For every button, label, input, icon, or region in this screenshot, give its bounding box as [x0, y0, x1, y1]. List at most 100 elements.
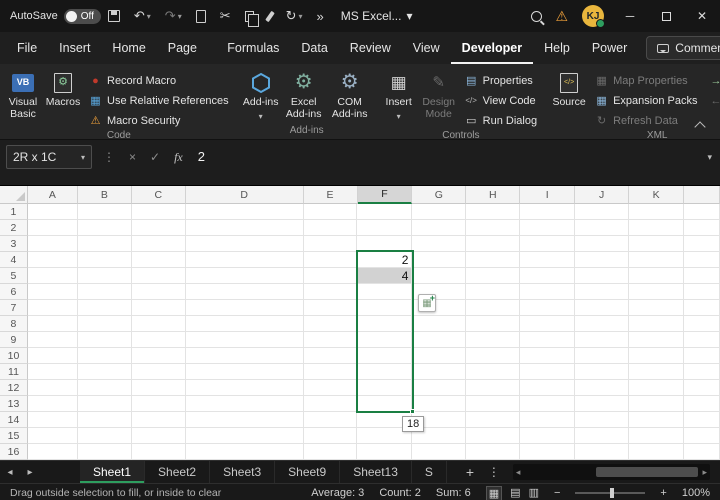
cell-partial-14[interactable] [684, 412, 720, 428]
cell-J14[interactable] [575, 412, 629, 428]
all-sheets-button[interactable]: ⋮ [483, 461, 505, 483]
excel-add-ins-button[interactable]: ⚙ Excel Add-ins [282, 69, 326, 120]
cell-partial-4[interactable] [684, 252, 720, 268]
cell-A1[interactable] [28, 204, 78, 220]
cell-partial-2[interactable] [684, 220, 720, 236]
cell-J2[interactable] [575, 220, 629, 236]
format-painter-button[interactable] [261, 0, 279, 32]
normal-view-icon[interactable]: ▦ [486, 486, 502, 500]
cell-A5[interactable] [28, 268, 78, 284]
save-button[interactable] [101, 0, 127, 32]
cell-A9[interactable] [28, 332, 78, 348]
cell-J6[interactable] [575, 284, 629, 300]
cell-C2[interactable] [132, 220, 186, 236]
cell-H6[interactable] [466, 284, 520, 300]
cell-A2[interactable] [28, 220, 78, 236]
cell-G8[interactable] [412, 316, 466, 332]
cell-D8[interactable] [186, 316, 304, 332]
export-button[interactable]: ← Export [704, 91, 720, 110]
cell-C5[interactable] [132, 268, 186, 284]
sheet-tab-sheet3[interactable]: Sheet3 [210, 461, 275, 483]
cell-K5[interactable] [629, 268, 684, 284]
refresh-data-button[interactable]: ↻ Refresh Data [590, 111, 702, 130]
cell-G1[interactable] [412, 204, 466, 220]
cell-K10[interactable] [629, 348, 684, 364]
cell-E9[interactable] [304, 332, 358, 348]
cell-K13[interactable] [629, 396, 684, 412]
cell-I1[interactable] [520, 204, 575, 220]
row-header-1[interactable]: 1 [0, 204, 28, 220]
cell-I2[interactable] [520, 220, 575, 236]
cell-G5[interactable] [412, 268, 466, 284]
cell-D3[interactable] [186, 236, 304, 252]
sync-button[interactable]: ↻▾ [279, 0, 310, 32]
cell-K14[interactable] [629, 412, 684, 428]
expand-formula-bar-chevron-icon[interactable]: ▾ [707, 145, 712, 169]
cell-I16[interactable] [520, 444, 575, 460]
cell-H8[interactable] [466, 316, 520, 332]
page-layout-view-icon[interactable]: ▤ [510, 486, 520, 500]
cell-B7[interactable] [78, 300, 132, 316]
cell-B10[interactable] [78, 348, 132, 364]
redo-button[interactable]: ↷▾ [158, 0, 189, 32]
cell-H9[interactable] [466, 332, 520, 348]
cell-G13[interactable] [412, 396, 466, 412]
cell-D12[interactable] [186, 380, 304, 396]
row-header-2[interactable]: 2 [0, 220, 28, 236]
cell-partial-11[interactable] [684, 364, 720, 380]
cell-J4[interactable] [575, 252, 629, 268]
cell-B11[interactable] [78, 364, 132, 380]
cell-H1[interactable] [466, 204, 520, 220]
menu-tab-power-pivot[interactable]: Power Pivot [581, 32, 638, 64]
cell-A16[interactable] [28, 444, 78, 460]
cell-partial-10[interactable] [684, 348, 720, 364]
cell-E13[interactable] [304, 396, 358, 412]
cell-J5[interactable] [575, 268, 629, 284]
horizontal-scrollbar[interactable]: ◂ ▸ [513, 464, 710, 480]
cell-partial-7[interactable] [684, 300, 720, 316]
column-header-B[interactable]: B [78, 186, 132, 204]
cell-F2[interactable] [357, 220, 412, 236]
cell-I14[interactable] [520, 412, 575, 428]
cell-C7[interactable] [132, 300, 186, 316]
row-header-13[interactable]: 13 [0, 396, 28, 412]
cell-B16[interactable] [78, 444, 132, 460]
cell-B13[interactable] [78, 396, 132, 412]
column-header-E[interactable]: E [304, 186, 358, 204]
cell-partial-3[interactable] [684, 236, 720, 252]
cell-D6[interactable] [186, 284, 304, 300]
properties-button[interactable]: ▤ Properties [460, 71, 542, 90]
cell-K9[interactable] [629, 332, 684, 348]
zoom-in-icon[interactable]: + [660, 487, 666, 499]
cell-H5[interactable] [466, 268, 520, 284]
cell-J1[interactable] [575, 204, 629, 220]
row-header-6[interactable]: 6 [0, 284, 28, 300]
comments-button[interactable]: Comments [646, 36, 720, 60]
menu-tab-formulas[interactable]: Formulas [216, 32, 290, 64]
copy-button[interactable] [238, 0, 261, 32]
cell-G16[interactable] [412, 444, 466, 460]
com-add-ins-button[interactable]: ⚙ COM Add-ins [328, 69, 372, 120]
menu-tab-view[interactable]: View [402, 32, 451, 64]
cell-B9[interactable] [78, 332, 132, 348]
cell-K4[interactable] [629, 252, 684, 268]
minimize-button[interactable]: ─ [612, 0, 648, 32]
cell-J11[interactable] [575, 364, 629, 380]
cell-B3[interactable] [78, 236, 132, 252]
cell-B12[interactable] [78, 380, 132, 396]
cell-F13[interactable] [357, 396, 412, 412]
cell-E5[interactable] [304, 268, 358, 284]
record-macro-button[interactable]: ● Record Macro [84, 71, 234, 90]
column-header-D[interactable]: D [186, 186, 304, 204]
auto-fill-options-button[interactable]: ▦ + [418, 294, 436, 312]
cell-D4[interactable] [186, 252, 304, 268]
cell-H13[interactable] [466, 396, 520, 412]
menu-tab-page-layout[interactable]: Page Layout [157, 32, 217, 64]
cell-F8[interactable] [357, 316, 412, 332]
cell-D1[interactable] [186, 204, 304, 220]
run-dialog-button[interactable]: ▭ Run Dialog [460, 111, 542, 130]
import-button[interactable]: → Import [704, 71, 720, 90]
cancel-entry-button[interactable]: × [126, 145, 139, 169]
cell-E4[interactable] [304, 252, 358, 268]
cell-E8[interactable] [304, 316, 358, 332]
